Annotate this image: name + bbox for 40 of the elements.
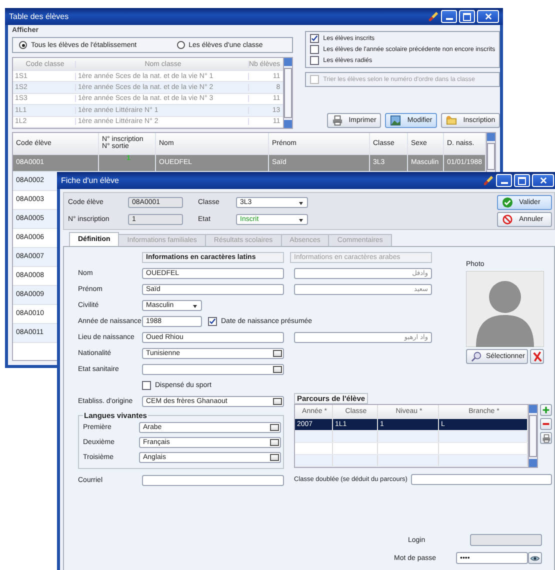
folder-icon	[446, 114, 458, 126]
repeated-class-field[interactable]	[411, 474, 552, 484]
printer-icon	[332, 114, 343, 126]
window-title: Table des élèves	[9, 12, 69, 21]
minimize-icon	[446, 18, 452, 20]
checkmark-icon	[311, 35, 318, 42]
magnifier-icon	[471, 351, 482, 362]
eye-icon	[530, 554, 540, 562]
minimize-button[interactable]	[441, 10, 457, 23]
maximize-button[interactable]	[459, 10, 475, 23]
plus-icon	[542, 406, 550, 414]
minus-icon	[542, 420, 550, 428]
print-button[interactable]	[540, 432, 552, 444]
close-button[interactable]	[532, 174, 554, 187]
minimize-button[interactable]	[496, 174, 512, 187]
add-button[interactable]	[540, 404, 552, 416]
minimize-icon	[500, 182, 508, 184]
close-icon	[540, 177, 546, 184]
close-button[interactable]	[477, 10, 499, 23]
show-password-button[interactable]	[528, 552, 542, 564]
scrollbar[interactable]	[486, 132, 495, 172]
maximize-icon	[518, 176, 526, 184]
picture-icon	[390, 114, 402, 126]
scrollbar[interactable]	[283, 58, 292, 128]
brush-icon[interactable]	[483, 175, 494, 186]
scrollbar[interactable]	[528, 405, 537, 467]
checkmark-icon	[502, 197, 513, 208]
printer-icon	[542, 434, 550, 442]
cross-icon	[532, 351, 543, 362]
window-title: Fiche d'un élève	[61, 176, 120, 185]
email-field[interactable]	[142, 474, 284, 486]
maximize-button[interactable]	[514, 174, 530, 187]
maximize-icon	[463, 12, 471, 20]
remove-photo-button[interactable]	[530, 349, 544, 364]
login-field[interactable]	[470, 534, 542, 546]
remove-button[interactable]	[540, 418, 552, 430]
brush-icon[interactable]	[428, 11, 439, 22]
close-icon	[484, 13, 492, 20]
checkmark-icon	[209, 318, 216, 324]
prohibited-icon	[502, 214, 513, 225]
